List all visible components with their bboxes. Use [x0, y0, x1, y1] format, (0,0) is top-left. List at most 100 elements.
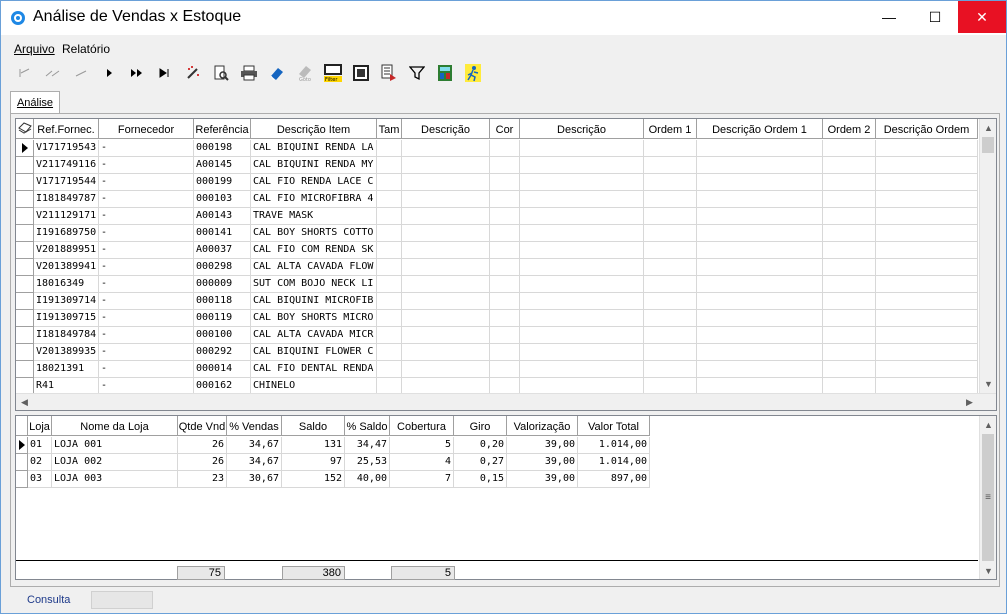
table-cell[interactable]: 18021391	[34, 361, 99, 378]
table-cell[interactable]	[377, 225, 402, 242]
column-header[interactable]: Nome da Loja	[52, 416, 178, 436]
table-cell[interactable]	[402, 276, 490, 293]
table-cell[interactable]: -	[99, 174, 194, 191]
table-cell[interactable]: TRAVE MASK	[251, 208, 377, 225]
table-cell[interactable]: LOJA 003	[52, 471, 178, 488]
row-indicator[interactable]	[16, 361, 34, 378]
table-cell[interactable]: 131	[282, 437, 345, 454]
column-header[interactable]: Loja	[28, 416, 52, 436]
table-cell[interactable]	[490, 293, 520, 310]
table-cell[interactable]	[823, 225, 876, 242]
table-cell[interactable]: CAL BIQUINI FLOWER C	[251, 344, 377, 361]
menu-arquivo[interactable]: Arquivo	[14, 42, 55, 56]
table-cell[interactable]	[644, 174, 697, 191]
column-header[interactable]: Cobertura	[390, 416, 454, 436]
table-cell[interactable]: A00145	[194, 157, 251, 174]
table-cell[interactable]	[377, 344, 402, 361]
table-cell[interactable]	[697, 157, 823, 174]
table-cell[interactable]: V211749116	[34, 157, 99, 174]
table-cell[interactable]	[823, 276, 876, 293]
table-cell[interactable]: 0,20	[454, 437, 507, 454]
table-cell[interactable]	[520, 225, 644, 242]
table-cell[interactable]: -	[99, 191, 194, 208]
table-cell[interactable]	[644, 140, 697, 157]
maximize-button[interactable]: ☐	[912, 1, 958, 33]
table-cell[interactable]	[520, 191, 644, 208]
table-cell[interactable]: A00143	[194, 208, 251, 225]
table-cell[interactable]	[377, 259, 402, 276]
table-cell[interactable]: 0,15	[454, 471, 507, 488]
table-cell[interactable]: 7	[390, 471, 454, 488]
table-cell[interactable]	[377, 327, 402, 344]
table-cell[interactable]	[377, 310, 402, 327]
table-cell[interactable]	[377, 208, 402, 225]
column-header[interactable]: Valor Total	[578, 416, 650, 436]
table-cell[interactable]: -	[99, 225, 194, 242]
table-cell[interactable]: -	[99, 327, 194, 344]
table-cell[interactable]: -	[99, 259, 194, 276]
scroll-up-icon[interactable]: ▲	[980, 416, 996, 433]
table-cell[interactable]	[876, 259, 978, 276]
table-cell[interactable]: 23	[178, 471, 227, 488]
table-cell[interactable]	[490, 140, 520, 157]
column-header[interactable]: Ref.Fornec.	[34, 119, 99, 139]
column-header[interactable]: Descrição Ordem 1	[697, 119, 823, 139]
table-cell[interactable]: SUT COM BOJO NECK LI	[251, 276, 377, 293]
table-cell[interactable]	[697, 140, 823, 157]
table-cell[interactable]: CAL FIO RENDA LACE C	[251, 174, 377, 191]
filter-record-icon[interactable]: Filter	[322, 62, 344, 84]
table-cell[interactable]: 02	[28, 454, 52, 471]
table-cell[interactable]	[490, 191, 520, 208]
table-cell[interactable]: 30,67	[227, 471, 282, 488]
table-cell[interactable]	[520, 344, 644, 361]
row-indicator[interactable]	[16, 157, 34, 174]
table-cell[interactable]: V211129171	[34, 208, 99, 225]
table-cell[interactable]: V171719544	[34, 174, 99, 191]
scroll-thumb[interactable]	[982, 137, 994, 153]
table-cell[interactable]: A00037	[194, 242, 251, 259]
table-cell[interactable]: 000009	[194, 276, 251, 293]
table-cell[interactable]: I181849784	[34, 327, 99, 344]
table-cell[interactable]: 000118	[194, 293, 251, 310]
table-cell[interactable]: -	[99, 344, 194, 361]
column-header[interactable]: Ordem 1	[644, 119, 697, 139]
table-cell[interactable]: 40,00	[345, 471, 390, 488]
column-header[interactable]: Fornecedor	[99, 119, 194, 139]
table-cell[interactable]	[644, 310, 697, 327]
table-cell[interactable]: -	[99, 276, 194, 293]
table-cell[interactable]	[697, 208, 823, 225]
table-cell[interactable]: 34,47	[345, 437, 390, 454]
table-cell[interactable]: 0,27	[454, 454, 507, 471]
column-header[interactable]: % Vendas	[227, 416, 282, 436]
table-cell[interactable]: CAL BOY SHORTS COTTO	[251, 225, 377, 242]
table-cell[interactable]: 000199	[194, 174, 251, 191]
menu-relatorio[interactable]: Relatório	[62, 42, 110, 56]
table-cell[interactable]: V201389935	[34, 344, 99, 361]
table-cell[interactable]: -	[99, 157, 194, 174]
column-header[interactable]: Descrição Ordem	[876, 119, 978, 139]
row-indicator[interactable]	[16, 454, 28, 471]
row-indicator[interactable]	[16, 174, 34, 191]
table-cell[interactable]	[377, 361, 402, 378]
table-cell[interactable]: CAL ALTA CAVADA MICR	[251, 327, 377, 344]
table-cell[interactable]	[402, 140, 490, 157]
table-cell[interactable]: 25,53	[345, 454, 390, 471]
table-cell[interactable]: -	[99, 140, 194, 157]
column-header[interactable]: Referência	[194, 119, 251, 139]
table-cell[interactable]: 39,00	[507, 471, 578, 488]
table-cell[interactable]: 152	[282, 471, 345, 488]
row-indicator[interactable]	[16, 276, 34, 293]
table-cell[interactable]: CAL BIQUINI RENDA LA	[251, 140, 377, 157]
table-cell[interactable]	[644, 157, 697, 174]
table-cell[interactable]	[876, 327, 978, 344]
row-indicator[interactable]	[16, 242, 34, 259]
scroll-left-icon[interactable]: ◀	[16, 394, 33, 410]
table-cell[interactable]	[644, 344, 697, 361]
table-cell[interactable]	[823, 293, 876, 310]
table-cell[interactable]: CAL FIO DENTAL RENDA	[251, 361, 377, 378]
column-header[interactable]: Descrição	[402, 119, 490, 139]
table-cell[interactable]	[697, 276, 823, 293]
table-cell[interactable]	[823, 157, 876, 174]
row-indicator[interactable]	[16, 225, 34, 242]
table-cell[interactable]	[876, 242, 978, 259]
